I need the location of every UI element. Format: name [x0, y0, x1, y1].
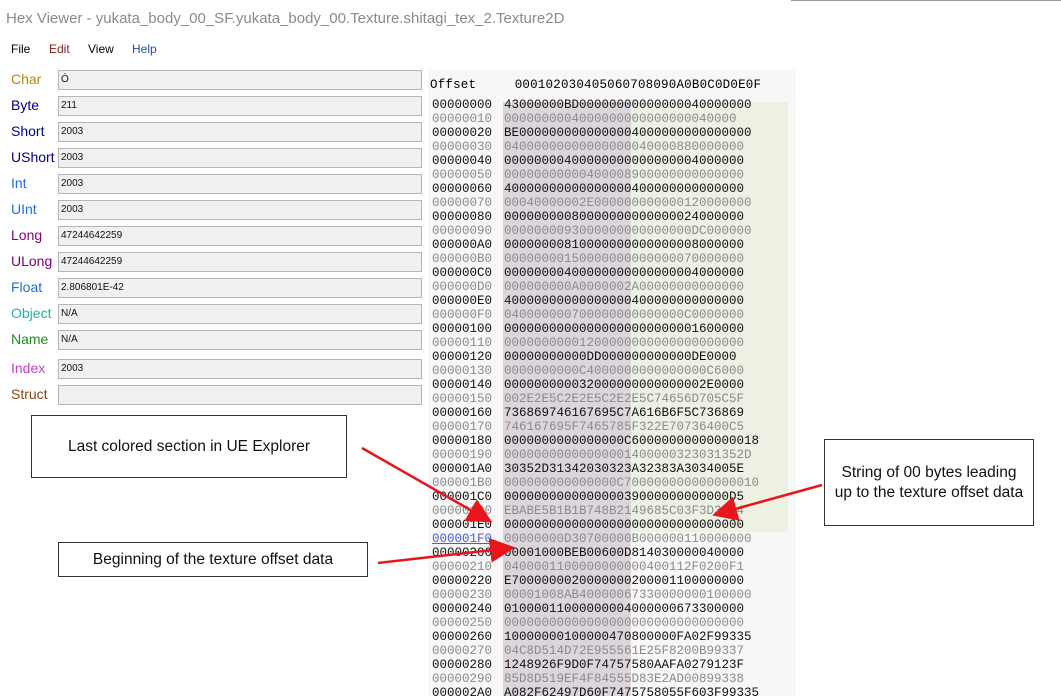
annotation-arrows [361, 446, 823, 565]
arrow-string-zero [712, 483, 823, 521]
arrow-last-colored [361, 446, 493, 523]
arrow-begin-offset [377, 537, 515, 565]
